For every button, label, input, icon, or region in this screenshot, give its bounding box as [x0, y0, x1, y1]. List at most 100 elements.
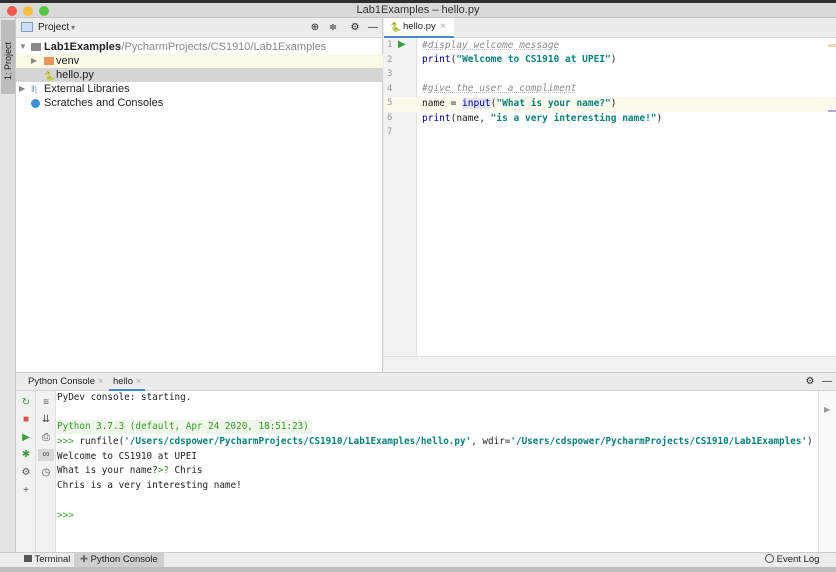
variables-panel-toggle[interactable]: ▶: [818, 391, 836, 552]
string: "Welcome to CS1910 at UPEI": [456, 54, 611, 65]
tree-item-lab1examples[interactable]: ▼ Lab1Examples ~/PycharmProjects/CS1910/…: [16, 40, 383, 54]
tab-label: Python Console: [28, 376, 96, 387]
tab-label: hello: [113, 376, 134, 387]
paren: ): [656, 113, 663, 124]
collapse-all-icon[interactable]: ≑: [326, 22, 340, 34]
tree-item-external-libraries[interactable]: ▶ ‖| External Libraries: [16, 82, 383, 96]
hide-icon[interactable]: —: [366, 22, 380, 34]
show-variables-icon[interactable]: ∞: [38, 449, 54, 461]
close-window-button[interactable]: [7, 6, 17, 16]
project-view-icon: [21, 22, 33, 32]
minimize-window-button[interactable]: [23, 6, 33, 16]
prompt: >>>: [57, 510, 74, 521]
prompt: >?: [157, 465, 175, 476]
console-input-line[interactable]: >>>: [57, 509, 74, 523]
history-icon[interactable]: ◷: [39, 467, 53, 479]
status-bar: Terminal ✚ Python Console Event Log: [0, 552, 836, 567]
comment: #give the user a compliment: [422, 83, 577, 94]
console-string: '/Users/cdspower/PycharmProjects/CS1910/…: [124, 436, 472, 447]
title-bar: Lab1Examples – hello.py: [0, 0, 836, 18]
editor[interactable]: 🐍 hello.py × ▶ 1 2 3 4 5 6 7 #display we…: [384, 18, 836, 372]
tree-item-scratches[interactable]: Scratches and Consoles: [16, 96, 383, 110]
console-view-toolbar: ≡ ⇊ ⎙ ∞ ◷: [36, 391, 56, 552]
settings-icon[interactable]: ⚙: [19, 467, 33, 479]
scroll-to-end-icon[interactable]: ⇊: [39, 414, 53, 426]
terminal-button[interactable]: Terminal: [20, 553, 74, 567]
error-stripe-marker[interactable]: [828, 110, 836, 112]
add-console-icon[interactable]: +: [19, 485, 33, 497]
run-icon[interactable]: ▶: [398, 39, 406, 50]
maximize-window-button[interactable]: [39, 6, 49, 16]
python-console-button[interactable]: ✚ Python Console: [74, 553, 164, 567]
folder-icon: [44, 57, 54, 65]
close-tab-icon[interactable]: ×: [440, 18, 446, 36]
expand-icon[interactable]: ▶: [31, 54, 37, 68]
project-panel: Project ▾ ⊕ ≑ ⚙ — ▼ Lab1Examples ~/Pycha…: [16, 18, 383, 372]
scratches-icon: [31, 99, 40, 108]
warning-marker[interactable]: [828, 44, 836, 47]
gear-icon[interactable]: ⚙: [803, 376, 817, 388]
prompt: >>>: [57, 436, 80, 447]
console-line: Welcome to CS1910 at UPEI: [57, 450, 197, 464]
builtin: print: [422, 113, 451, 124]
venv-label: venv: [56, 55, 80, 67]
editor-footer: [384, 356, 836, 372]
paren: ): [610, 54, 617, 65]
event-log-button[interactable]: Event Log: [765, 553, 819, 567]
hide-icon[interactable]: —: [820, 376, 834, 388]
left-tool-strip: 1: Project: [0, 18, 16, 552]
tab-hello[interactable]: hello ×: [109, 373, 146, 391]
window-title: Lab1Examples – hello.py: [356, 4, 480, 16]
tree-item-venv[interactable]: ▶ venv: [16, 54, 383, 68]
gear-icon[interactable]: ⚙: [348, 22, 362, 34]
console-line: PyDev console: starting.: [57, 391, 191, 405]
console-text: ): [807, 436, 813, 447]
external-libraries-label: External Libraries: [44, 83, 130, 95]
code-line-1: #display welcome message: [422, 39, 559, 53]
tab-python-console[interactable]: Python Console ×: [24, 373, 107, 391]
soft-wrap-icon[interactable]: ≡: [39, 397, 53, 409]
locate-icon[interactable]: ⊕: [308, 22, 322, 34]
print-icon[interactable]: ⎙: [39, 432, 53, 444]
expand-icon[interactable]: ▶: [19, 82, 25, 96]
console-tool-window: Python Console × hello × ⚙ — ↻ ■ ▶ ✱ ⚙ +…: [16, 372, 836, 552]
console-text: Chris is a very interesting name!: [57, 480, 242, 491]
root-name: Lab1Examples: [44, 41, 122, 53]
builtin: print: [422, 54, 451, 65]
assignment: name =: [422, 98, 463, 109]
string: "is a very interesting name!": [490, 113, 657, 124]
args: (name,: [450, 113, 491, 124]
code-line-5: name = input("What is your name?"): [422, 97, 617, 111]
close-tab-icon[interactable]: ×: [136, 376, 142, 387]
code-line-4: #give the user a compliment: [422, 82, 576, 96]
event-log-label: Event Log: [776, 554, 820, 565]
line-number: 5: [387, 98, 393, 108]
project-view-selector[interactable]: Project: [38, 18, 69, 38]
console-text: PyDev console: starting.: [57, 392, 192, 403]
console-text: runfile(: [79, 436, 125, 447]
console-line: Chris is a very interesting name!: [57, 479, 242, 493]
console-text: , wdir=: [471, 436, 511, 447]
tree-item-hello-py[interactable]: 🐍 hello.py: [16, 68, 383, 82]
event-log-icon: [765, 554, 774, 563]
project-tool-tab-label: 1: Project: [3, 41, 13, 80]
paren: ): [610, 98, 617, 109]
line-number: 3: [387, 69, 393, 79]
console-text: Python 3.7.3 (default, Apr 24 2020, 18:5…: [57, 421, 309, 432]
debug-icon[interactable]: ✱: [19, 449, 33, 461]
scratches-label: Scratches and Consoles: [44, 97, 164, 109]
tab-hello-py[interactable]: 🐍 hello.py ×: [384, 18, 454, 38]
python-console-label: Python Console: [90, 554, 158, 565]
expand-icon[interactable]: ▶: [824, 405, 830, 414]
line-number: 2: [387, 55, 393, 65]
execute-icon[interactable]: ▶: [19, 432, 33, 444]
terminal-label: Terminal: [34, 554, 71, 565]
builtin: input: [462, 98, 491, 109]
terminal-icon: [24, 555, 32, 562]
stop-icon[interactable]: ■: [19, 414, 33, 426]
rerun-icon[interactable]: ↻: [19, 397, 33, 409]
window-bottom-edge: [0, 567, 836, 572]
project-tool-tab[interactable]: 1: Project: [1, 20, 15, 94]
close-tab-icon[interactable]: ×: [98, 376, 104, 387]
chevron-down-icon[interactable]: ▾: [71, 18, 75, 38]
